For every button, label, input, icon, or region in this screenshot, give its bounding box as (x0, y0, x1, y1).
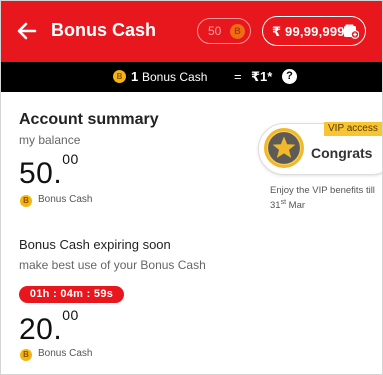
wallet-add-icon (344, 24, 359, 39)
bonus-coin-icon: B (20, 349, 32, 361)
account-summary-title: Account summary (19, 111, 159, 128)
expiring-title: Bonus Cash expiring soon (19, 237, 171, 252)
back-arrow-icon[interactable] (15, 19, 39, 43)
account-summary-subtitle: my balance (19, 133, 81, 147)
vip-headline: Congrats (311, 145, 373, 161)
conversion-info-bar: B 1 Bonus Cash = ₹1* ? (1, 62, 382, 92)
coin-count: 50 (208, 24, 222, 38)
currency-label: Bonus Cash (38, 348, 93, 359)
vip-access-tag: VIP access (324, 122, 382, 136)
expiry-timer: 01h : 04m : 59s (19, 286, 124, 303)
help-icon[interactable]: ? (282, 69, 297, 84)
bonus-coin-icon: B (230, 24, 245, 39)
app-screen: Bonus Cash 50 B ₹ 99,99,999 B 1 Bonus Ca… (0, 0, 383, 375)
vip-note: Enjoy the VIP benefits till 31st Mar (270, 185, 375, 212)
bonus-coin-icon: B (20, 195, 32, 207)
star-badge-icon (264, 128, 304, 168)
conversion-value: ₹1* (251, 69, 273, 84)
conversion-count: 1 (131, 69, 139, 84)
app-header: Bonus Cash 50 B ₹ 99,99,999 (1, 1, 382, 62)
bonus-coin-balance[interactable]: 50 B (197, 18, 251, 44)
expiring-amount: 20.00 (19, 307, 79, 346)
wallet-balance: ₹ 99,99,999 (272, 24, 345, 39)
equals-sign: = (234, 69, 242, 84)
bonus-coin-icon: B (113, 70, 126, 83)
balance-amount: 50.00 (19, 151, 79, 190)
conversion-label: Bonus Cash (142, 70, 208, 84)
expiring-subtitle: make best use of your Bonus Cash (19, 258, 206, 272)
currency-label: Bonus Cash (38, 194, 93, 205)
page-title: Bonus Cash (51, 20, 157, 40)
wallet-balance-button[interactable]: ₹ 99,99,999 (262, 16, 366, 46)
